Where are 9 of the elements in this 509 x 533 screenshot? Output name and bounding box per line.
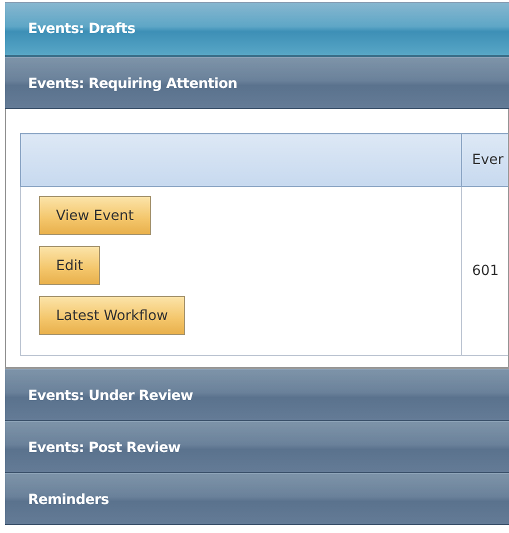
action-button[interactable]: Edit bbox=[39, 246, 100, 285]
panel-header[interactable]: Events: Under Review bbox=[5, 369, 509, 421]
panel-header[interactable]: Events: Requiring Attention bbox=[5, 57, 509, 109]
column-header: Ever bbox=[462, 134, 508, 186]
panel-header[interactable]: Events: Post Review bbox=[5, 421, 509, 473]
action-button[interactable]: View Event bbox=[39, 196, 151, 235]
action-button[interactable]: Latest Workflow bbox=[39, 296, 185, 335]
panel-header[interactable]: Reminders bbox=[5, 473, 509, 525]
panel-header[interactable]: Events: Drafts bbox=[5, 2, 509, 57]
